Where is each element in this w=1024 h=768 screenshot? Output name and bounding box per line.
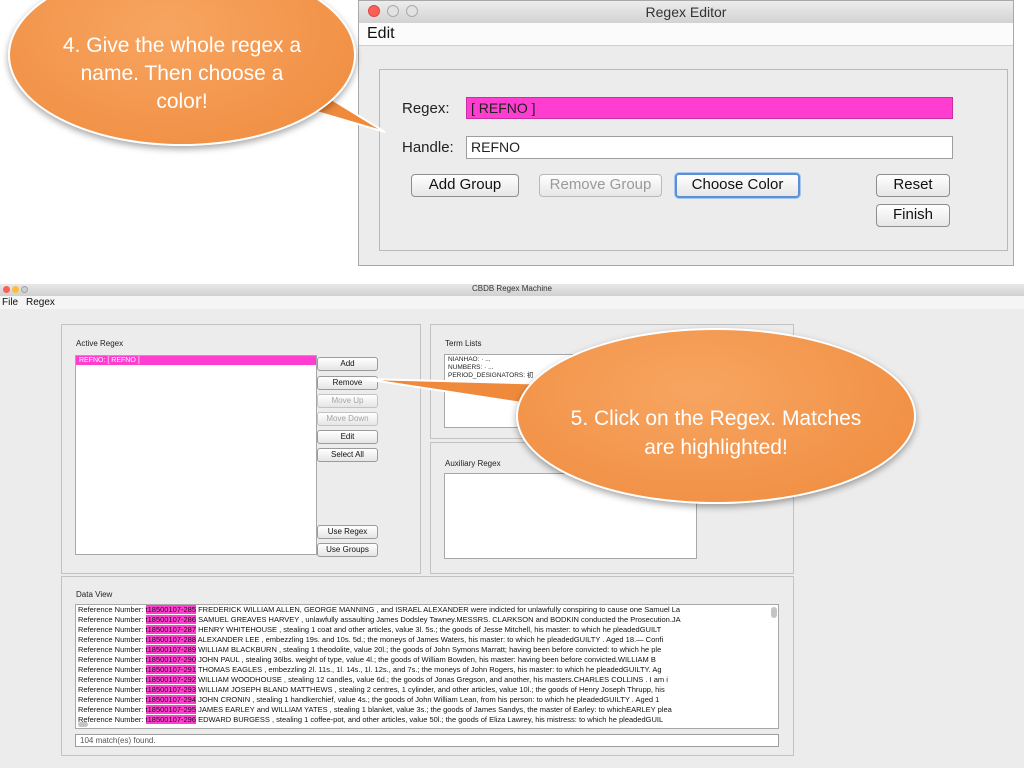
- menu-file[interactable]: File: [2, 297, 18, 308]
- row-reference-match: t18500107-288: [145, 635, 196, 644]
- row-prefix: Reference Number:: [78, 655, 146, 664]
- table-row[interactable]: Reference Number: t18500107-291 THOMAS E…: [76, 665, 778, 675]
- row-text: WILLIAM WOODHOUSE , stealing 12 candles,…: [198, 675, 668, 684]
- data-view-panel: Data View Reference Number: t18500107-28…: [61, 576, 794, 756]
- table-row[interactable]: Reference Number: t18500107-287 HENRY WH…: [76, 625, 778, 635]
- auxiliary-regex-label: Auxiliary Regex: [445, 459, 501, 468]
- table-row[interactable]: Reference Number: t18500107-289 WILLIAM …: [76, 645, 778, 655]
- row-prefix: Reference Number:: [78, 605, 146, 614]
- add-group-button[interactable]: Add Group: [411, 174, 519, 197]
- table-row[interactable]: Reference Number: t18500107-296 EDWARD B…: [76, 715, 778, 725]
- row-reference-match: t18500107-287: [145, 625, 196, 634]
- table-row[interactable]: Reference Number: t18500107-295 JAMES EA…: [76, 705, 778, 715]
- regex-editor-group: Regex: [ REFNO ] Handle: REFNO Add Group…: [379, 69, 1008, 251]
- reset-button[interactable]: Reset: [876, 174, 950, 197]
- row-reference-match: t18500107-290: [145, 655, 196, 664]
- row-text: EDWARD BURGESS , stealing 1 coffee-pot, …: [198, 715, 664, 724]
- row-text: WILLIAM BLACKBURN , stealing 1 theodolit…: [198, 645, 662, 654]
- row-text: JOHN CRONIN , stealing 1 handkerchief, v…: [198, 695, 660, 704]
- row-prefix: Reference Number:: [78, 615, 146, 624]
- vertical-scrollbar[interactable]: [771, 607, 777, 618]
- table-row[interactable]: Reference Number: t18500107-285 FREDERIC…: [76, 605, 778, 615]
- row-prefix: Reference Number:: [78, 625, 146, 634]
- menu-edit[interactable]: Edit: [367, 25, 395, 43]
- handle-input[interactable]: REFNO: [466, 136, 953, 159]
- row-text: JOHN PAUL , stealing 36lbs. weight of ty…: [198, 655, 656, 664]
- horizontal-scrollbar[interactable]: [78, 722, 88, 727]
- callout-step-5: 5. Click on the Regex. Matches are highl…: [516, 328, 916, 504]
- choose-color-button[interactable]: Choose Color: [675, 173, 800, 198]
- row-reference-match: t18500107-286: [145, 615, 196, 624]
- use-groups-button[interactable]: Use Groups: [317, 543, 378, 557]
- table-row[interactable]: Reference Number: t18500107-292 WILLIAM …: [76, 675, 778, 685]
- table-row[interactable]: Reference Number: t18500107-293 WILLIAM …: [76, 685, 778, 695]
- data-view-label: Data View: [76, 590, 113, 599]
- row-text: JAMES EARLEY and WILLIAM YATES , stealin…: [198, 705, 672, 714]
- select-all-button[interactable]: Select All: [317, 448, 378, 462]
- row-reference-match: t18500107-295: [145, 705, 196, 714]
- row-prefix: Reference Number:: [78, 695, 146, 704]
- active-regex-item[interactable]: REFNO: [ REFNO ]: [76, 356, 316, 365]
- row-reference-match: t18500107-294: [145, 695, 196, 704]
- regex-label: Regex:: [402, 100, 450, 117]
- handle-label: Handle:: [402, 139, 454, 156]
- editor-menubar: Edit: [359, 23, 1013, 46]
- cbdb-main-window: CBDB Regex Machine File Regex Active Reg…: [0, 284, 1024, 768]
- finish-button[interactable]: Finish: [876, 204, 950, 227]
- row-prefix: Reference Number:: [78, 645, 146, 654]
- row-prefix: Reference Number:: [78, 675, 146, 684]
- row-text: HENRY WHITEHOUSE , stealing 1 coat and o…: [198, 625, 662, 634]
- row-prefix: Reference Number:: [78, 635, 146, 644]
- main-menubar: File Regex: [0, 296, 1024, 309]
- data-view-list[interactable]: Reference Number: t18500107-285 FREDERIC…: [75, 604, 779, 729]
- row-text: FREDERICK WILLIAM ALLEN, GEORGE MANNING …: [198, 605, 681, 614]
- status-field: 104 match(es) found.: [75, 734, 779, 747]
- editor-title: Regex Editor: [645, 4, 727, 20]
- table-row[interactable]: Reference Number: t18500107-290 JOHN PAU…: [76, 655, 778, 665]
- row-prefix: Reference Number:: [78, 685, 146, 694]
- data-rows: Reference Number: t18500107-285 FREDERIC…: [76, 605, 778, 725]
- term-lists-label: Term Lists: [445, 339, 482, 348]
- row-prefix: Reference Number:: [78, 705, 146, 714]
- row-prefix: Reference Number:: [78, 715, 146, 724]
- main-title: CBDB Regex Machine: [471, 284, 553, 293]
- row-reference-match: t18500107-292: [145, 675, 196, 684]
- row-text: THOMAS EAGLES , embezzling 2l. 11s., 1l.…: [197, 665, 662, 674]
- row-reference-match: t18500107-285: [145, 605, 196, 614]
- active-regex-list[interactable]: REFNO: [ REFNO ]: [75, 355, 317, 555]
- row-text: WILLIAM JOSEPH BLAND MATTHEWS , stealing…: [198, 685, 665, 694]
- remove-group-button[interactable]: Remove Group: [539, 174, 662, 197]
- row-reference-match: t18500107-296: [145, 715, 196, 724]
- row-reference-match: t18500107-291: [145, 665, 196, 674]
- edit-button[interactable]: Edit: [317, 430, 378, 444]
- table-row[interactable]: Reference Number: t18500107-286 SAMUEL G…: [76, 615, 778, 625]
- row-text: ALEXANDER LEE , embezzling 19s. and 10s.…: [197, 635, 664, 644]
- row-text: SAMUEL GREAVES HARVEY , unlawfully assau…: [198, 615, 681, 624]
- row-prefix: Reference Number:: [78, 665, 146, 674]
- row-reference-match: t18500107-289: [145, 645, 196, 654]
- table-row[interactable]: Reference Number: t18500107-294 JOHN CRO…: [76, 695, 778, 705]
- active-regex-label: Active Regex: [76, 339, 124, 348]
- table-row[interactable]: Reference Number: t18500107-288 ALEXANDE…: [76, 635, 778, 645]
- menu-regex[interactable]: Regex: [26, 297, 55, 308]
- use-regex-button[interactable]: Use Regex: [317, 525, 378, 539]
- regex-editor-window: Regex Editor Edit Regex: [ REFNO ] Handl…: [358, 0, 1014, 266]
- row-reference-match: t18500107-293: [145, 685, 196, 694]
- editor-titlebar: Regex Editor: [359, 1, 1013, 24]
- regex-input[interactable]: [ REFNO ]: [466, 97, 953, 119]
